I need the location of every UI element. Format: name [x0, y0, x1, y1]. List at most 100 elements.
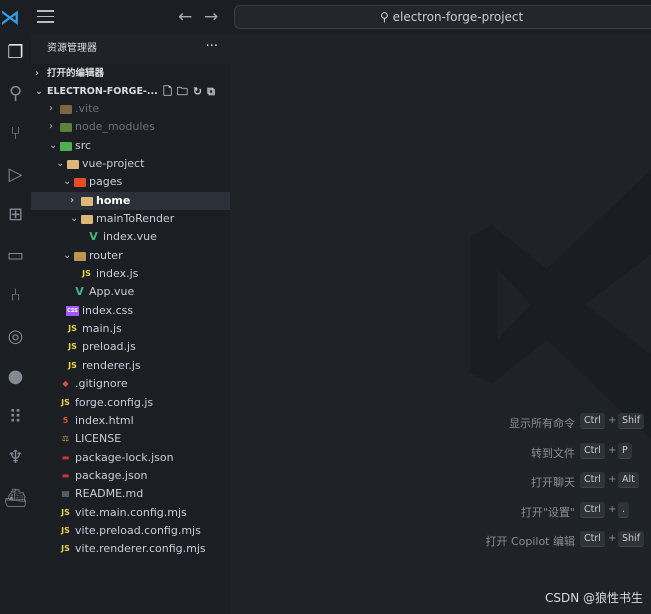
tree-file[interactable]: V App.vue: [31, 283, 230, 301]
refresh-icon[interactable]: ↻: [193, 85, 207, 98]
shortcut-label: 显示所有命令: [509, 417, 575, 430]
docker-icon[interactable]: ⛴: [0, 485, 31, 513]
npm-file-icon: ▬: [61, 452, 70, 462]
key-cap: Ctrl: [580, 472, 605, 488]
key-cap: Ctrl: [580, 442, 605, 459]
tree-file[interactable]: JS vite.preload.config.mjs: [31, 522, 230, 540]
tree-file[interactable]: JS forge.config.js: [31, 394, 230, 412]
key-cap: Alt: [618, 472, 639, 488]
tree-item-label: package.json: [75, 468, 148, 482]
key-cap: Shif: [618, 413, 645, 429]
key-cap: .: [618, 501, 630, 518]
tree-item-label: vue-project: [82, 157, 145, 171]
tree-folder[interactable]: ⌄ src: [31, 137, 230, 155]
tree-file[interactable]: ▬ package.json: [31, 467, 230, 485]
csdn-watermark: CSDN @狼性书生: [544, 591, 643, 605]
tree-item-label: node_modules: [75, 120, 155, 134]
folder-icon: [59, 137, 72, 155]
vue-file-icon: V: [75, 285, 84, 299]
search-icon[interactable]: ⚲: [0, 80, 31, 108]
tree-item-label: index.vue: [103, 230, 157, 244]
back-button[interactable]: ←: [178, 7, 192, 27]
js-file-icon: JS: [61, 397, 70, 407]
git-graph-icon[interactable]: ⑃: [0, 282, 31, 310]
tree-item-label: index.html: [75, 413, 134, 427]
js-file-icon: JS: [61, 507, 70, 517]
tree-item-label: index.js: [96, 267, 139, 281]
menu-icon[interactable]: [37, 10, 54, 24]
files-icon[interactable]: ❐: [0, 39, 31, 67]
chevron-down-icon: ⌄: [70, 213, 79, 225]
run-debug-icon[interactable]: ▷: [0, 161, 31, 189]
shortcut-hint: 打开聊天 Ctrl Alt +: [230, 472, 651, 490]
tree-item-label: main.js: [82, 322, 122, 336]
tree-file[interactable]: JS renderer.js: [31, 357, 230, 375]
command-center-search[interactable]: ⚲ electron-forge-project: [234, 5, 651, 29]
remote-explorer-icon[interactable]: ▭: [0, 242, 31, 270]
tree-item-label: package-lock.json: [75, 450, 174, 464]
tree-file[interactable]: JS preload.js: [31, 338, 230, 356]
js-file-icon: JS: [68, 360, 77, 370]
npm-file-icon: ▬: [61, 470, 70, 480]
tree-file[interactable]: ⚖ LICENSE: [31, 430, 230, 448]
tree-item-label: .gitignore: [75, 377, 128, 391]
tree-folder[interactable]: › node_modules: [31, 118, 230, 136]
tree-file[interactable]: 5 index.html: [31, 412, 230, 430]
new-file-icon[interactable]: 🗋: [163, 85, 177, 98]
js-file-icon: JS: [82, 269, 91, 279]
tree-folder[interactable]: ⌄ vue-project: [31, 155, 230, 173]
vscode-logo-icon: ⋊: [0, 5, 20, 29]
tree-item-label: vite.main.config.mjs: [75, 505, 187, 519]
license-file-icon: ⚖: [61, 434, 70, 444]
shortcut-label: 转到文件: [531, 446, 575, 460]
chevron-right-icon: ›: [35, 68, 39, 79]
tree-file[interactable]: ▤ README.md: [31, 485, 230, 503]
collapse-all-icon[interactable]: ⧉: [207, 85, 220, 98]
tree-item-label: vite.preload.config.mjs: [75, 523, 201, 537]
tree-file[interactable]: JS vite.renderer.config.mjs: [31, 540, 230, 558]
tree-folder[interactable]: ⌄ mainToRender: [31, 210, 230, 228]
shortcut-hint: 转到文件 Ctrl P +: [230, 442, 651, 461]
search-icon: ⚲: [380, 10, 393, 24]
gitlens-icon[interactable]: ◎: [0, 323, 31, 351]
tree-file[interactable]: CSS index.css: [31, 302, 230, 320]
css-file-icon: CSS: [66, 305, 79, 316]
html-file-icon: 5: [62, 415, 69, 425]
chevron-right-icon: ›: [49, 103, 53, 114]
open-editors-section[interactable]: › 打开的编辑器: [31, 65, 230, 83]
tree-file[interactable]: JS vite.main.config.mjs: [31, 504, 230, 522]
tree-folder[interactable]: ⌄ router: [31, 247, 230, 265]
tree-file[interactable]: JS index.js: [31, 265, 230, 283]
tree-item-label: pages: [89, 175, 123, 189]
extensions-icon[interactable]: ⊞: [0, 201, 31, 229]
tree-folder[interactable]: › home: [31, 191, 230, 211]
shortcut-hint: 打开"设置" Ctrl. +: [230, 501, 651, 520]
tree-file[interactable]: Vindex.vue: [31, 228, 230, 246]
github-icon[interactable]: ●: [0, 363, 31, 391]
tree-item-label: vite.renderer.config.mjs: [75, 542, 206, 556]
postgres-icon[interactable]: ♆: [0, 444, 31, 472]
key-cap: P: [618, 442, 632, 459]
tree-folder[interactable]: ⌄ pages: [31, 173, 230, 191]
folder-icon: [73, 247, 86, 265]
project-section[interactable]: ⌄ ELECTRON-FORGE-... 🗋🗀↻⧉: [31, 83, 230, 101]
tree-item-label: home: [96, 193, 131, 207]
tree-file[interactable]: ▬ package-lock.json: [31, 449, 230, 467]
tree-file[interactable]: ◆ .gitignore: [31, 375, 230, 393]
editor-area: 显示所有命令 Ctrl Shif + 转到文件 Ctrl P + 打开聊天 Ctrl Alt + 打开"…: [230, 34, 651, 614]
key-cap: Ctrl: [580, 501, 605, 518]
grid-icon[interactable]: ⠿: [0, 404, 31, 432]
md-file-icon: ▤: [61, 489, 70, 499]
explorer-title: 资源管理器: [47, 43, 97, 54]
tree-file[interactable]: JS main.js: [31, 320, 230, 338]
tree-item-label: src: [75, 138, 92, 152]
folder-icon: [59, 118, 72, 136]
new-folder-icon[interactable]: 🗀: [177, 85, 193, 98]
forward-button[interactable]: →: [204, 7, 218, 27]
tree-folder[interactable]: › .vite: [31, 100, 230, 118]
tree-item-label: index.css: [82, 303, 134, 317]
plus-sign: +: [608, 503, 617, 515]
js-file-icon: JS: [61, 544, 70, 554]
source-control-icon[interactable]: ⑂: [0, 120, 31, 148]
more-actions-button[interactable]: ···: [206, 32, 218, 62]
